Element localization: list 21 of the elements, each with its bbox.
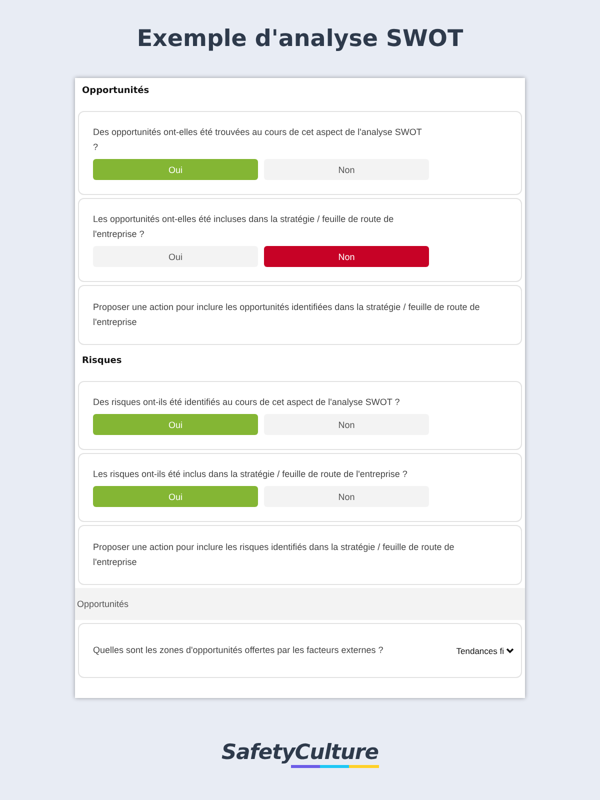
chevron-icon: [506, 648, 514, 654]
section-heading: Opportunités: [81, 84, 150, 98]
answer-button[interactable]: Oui: [93, 246, 258, 267]
page-title: Exemple d'analyse SWOT: [136, 26, 464, 52]
answer-button[interactable]: Non: [264, 246, 429, 267]
section-heading: Risques: [81, 355, 123, 368]
section-header: Opportunités: [75, 588, 525, 620]
logo-text: SafetyCulture: [221, 740, 379, 764]
answer-button[interactable]: Non: [264, 159, 429, 180]
answer-dropdown[interactable]: Tendances fi: [456, 646, 514, 656]
question-text: Les opportunités ont-elles été incluses dans la stratégie / feuille de route de l'entreprise ?: [93, 213, 395, 241]
action-card[interactable]: Proposer une action pour inclure les opportunités identifiées dans la stratégie / feuille de route de l'entreprise: [78, 285, 522, 345]
question-text: Des risques ont-ils été identifiés au cours de cet aspect de l'analyse SWOT ?: [93, 396, 401, 409]
answer-button[interactable]: Non: [264, 486, 429, 507]
prompt-text: Proposer une action pour inclure les opportunités identifiées dans la stratégie / feuille de route de l'entreprise: [93, 301, 481, 329]
prompt-text: Proposer une action pour inclure les risques identifiés dans la stratégie / feuille de route de l'entreprise: [93, 541, 456, 569]
answer-button[interactable]: Non: [264, 414, 429, 435]
action-card[interactable]: Proposer une action pour inclure les risques identifiés dans la stratégie / feuille de route de l'entreprise: [78, 525, 522, 585]
question-text: Les risques ont-ils été inclus dans la stratégie / feuille de route de l'entreprise ?: [93, 468, 408, 481]
question-text: Quelles sont les zones d'opportunités offertes par les facteurs externes ?: [93, 644, 384, 657]
question-text: Des opportunités ont-elles été trouvées au cours de cet aspect de l'analyse SWOT ?: [93, 126, 423, 154]
